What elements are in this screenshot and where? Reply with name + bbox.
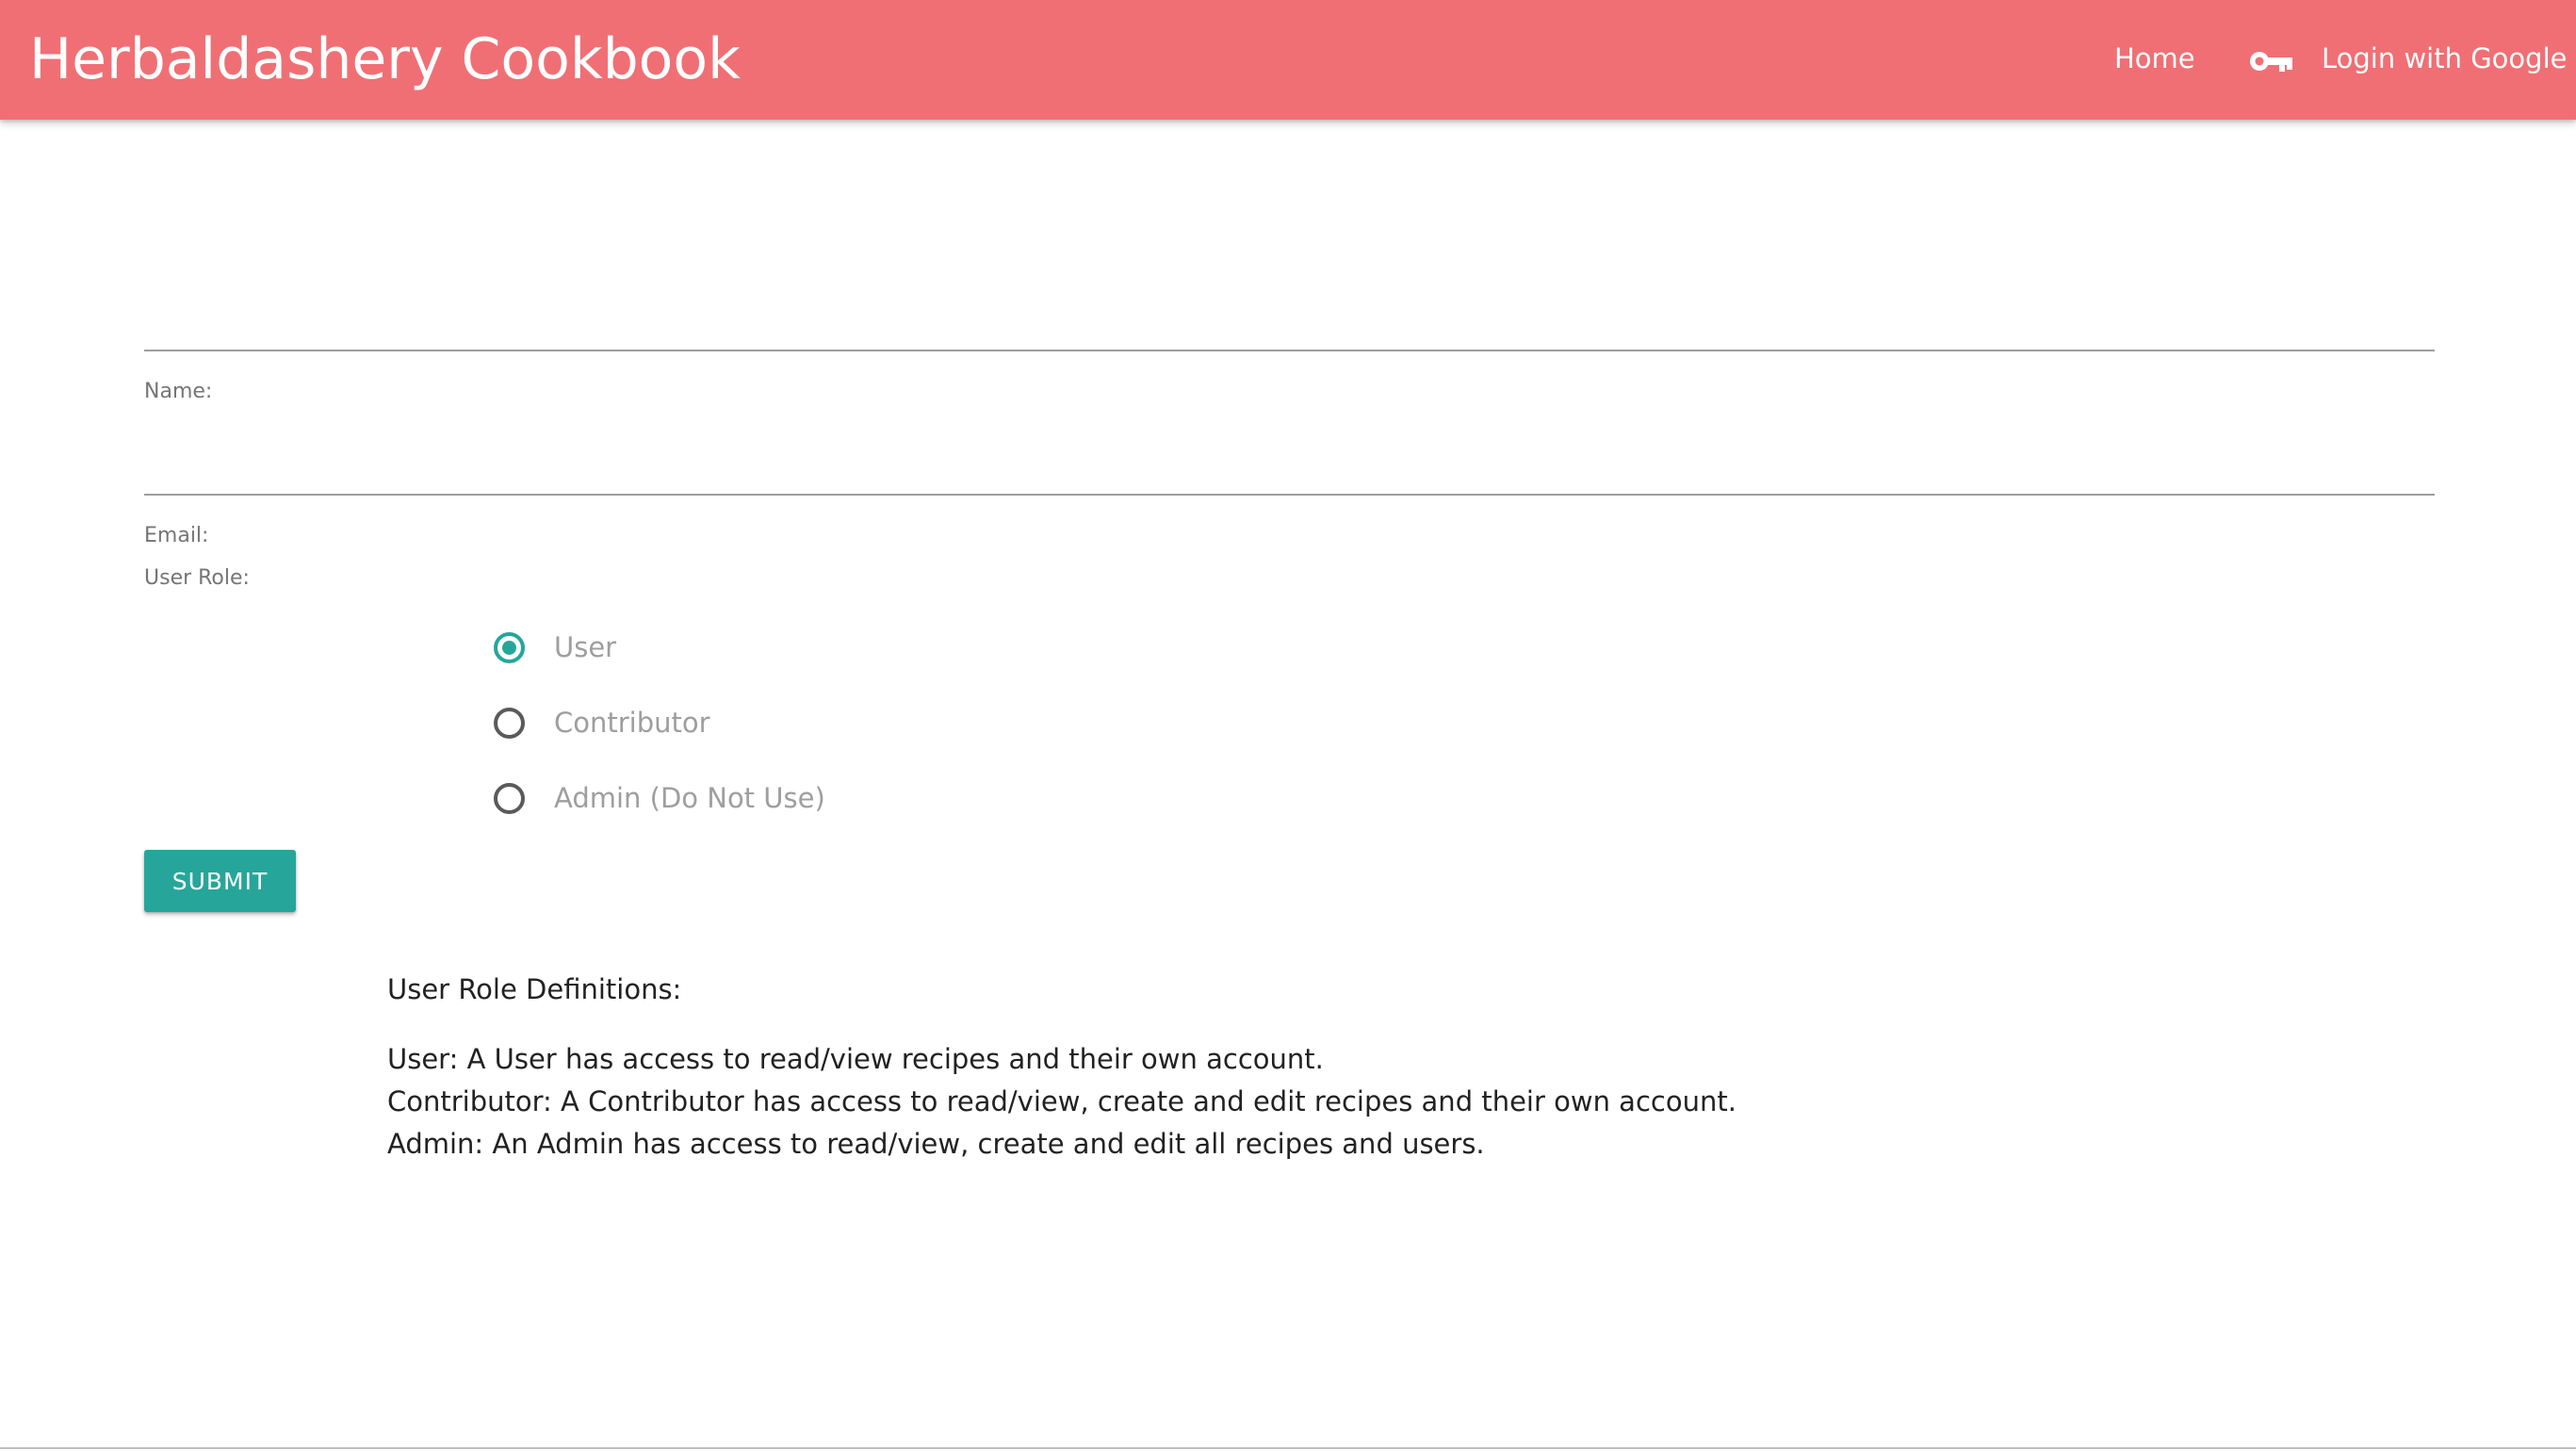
role-option-user[interactable]: User	[494, 625, 1153, 672]
top-navbar: Herbaldashery Cookbook Home Login with G…	[0, 0, 2576, 120]
role-option-label: User	[554, 631, 617, 663]
name-input-underline	[144, 350, 2435, 351]
page-bottom-divider	[0, 1447, 2576, 1449]
radio-checked-icon[interactable]	[494, 632, 525, 663]
role-option-label: Admin (Do Not Use)	[554, 782, 825, 814]
email-input[interactable]	[144, 436, 2435, 493]
email-label: Email:	[144, 524, 209, 547]
name-input[interactable]	[144, 292, 2435, 349]
key-icon[interactable]	[2248, 47, 2293, 75]
user-role-label: User Role:	[144, 566, 250, 590]
radio-unchecked-icon[interactable]	[494, 708, 525, 739]
radio-unchecked-icon[interactable]	[494, 783, 525, 814]
role-definition-admin: Admin: An Admin has access to read/view,…	[387, 1128, 1485, 1160]
app-title[interactable]: Herbaldashery Cookbook	[29, 24, 741, 95]
login-with-google-link[interactable]: Login with Google	[2322, 38, 2567, 80]
role-option-label: Contributor	[554, 707, 710, 739]
role-option-contributor[interactable]: Contributor	[494, 700, 1153, 747]
submit-button[interactable]: SUBMIT	[144, 850, 296, 912]
name-label: Name:	[144, 380, 213, 403]
role-definition-user: User: A User has access to read/view rec…	[387, 1043, 1324, 1075]
role-definition-contributor: Contributor: A Contributor has access to…	[387, 1085, 1736, 1117]
nav-home-link[interactable]: Home	[2114, 38, 2195, 80]
role-option-admin[interactable]: Admin (Do Not Use)	[494, 775, 1153, 823]
email-input-underline	[144, 494, 2435, 496]
role-definitions-title: User Role Definitions:	[387, 973, 682, 1005]
